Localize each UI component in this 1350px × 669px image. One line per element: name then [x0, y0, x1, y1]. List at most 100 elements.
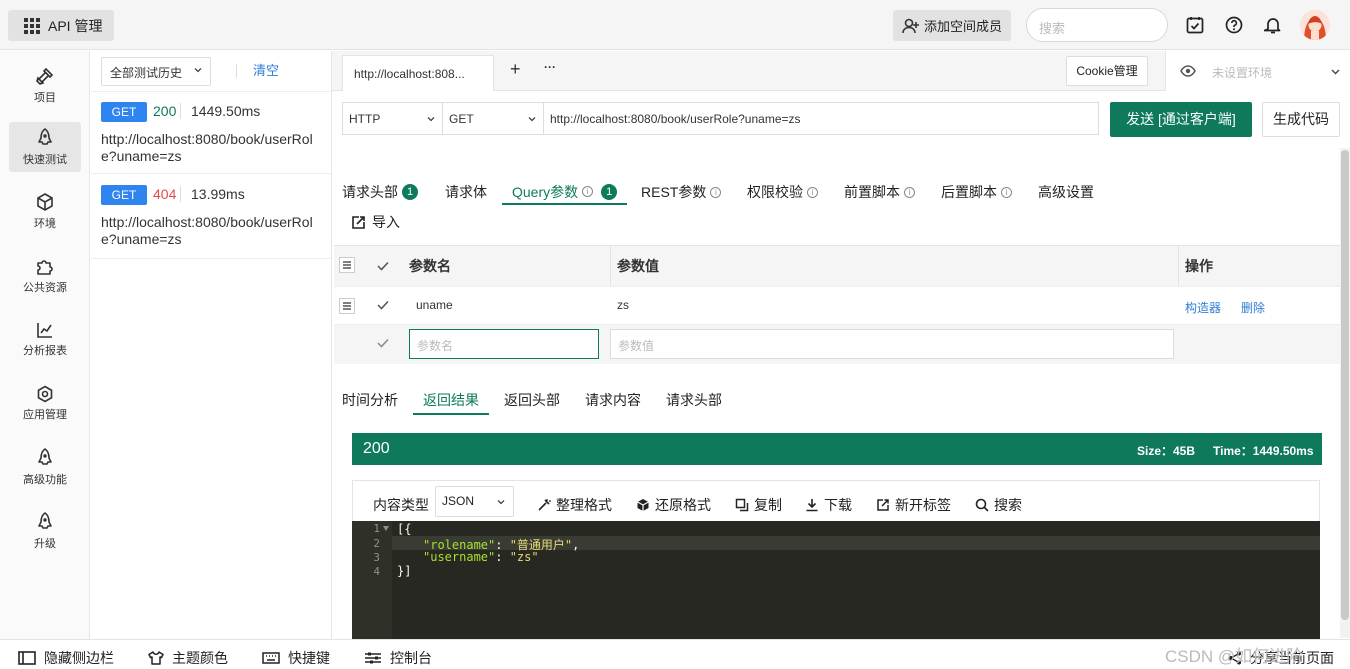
tab-post-script[interactable]: 后置脚本 i [941, 180, 1012, 204]
nav-item-project[interactable]: 项目 [9, 60, 81, 110]
builder-link[interactable]: 构造器 [1185, 299, 1221, 316]
info-icon: i [807, 186, 818, 198]
restore-format-button[interactable]: 还原格式 [636, 495, 711, 515]
tab-label: REST参数 [641, 184, 707, 200]
method-select[interactable]: GET [443, 103, 544, 134]
hide-sidebar-button[interactable]: 隐藏侧边栏 [18, 648, 114, 668]
tab-response-body[interactable]: 返回结果 [413, 390, 489, 415]
tab-auth[interactable]: 权限校验 i [747, 180, 818, 204]
json-sep: : [495, 550, 510, 564]
url-input[interactable]: http://localhost:8080/book/userRole?unam… [544, 103, 1098, 134]
params-table: 参数名 参数值 操作 uname zs 构造器 删除 参数名 参数值 [334, 245, 1340, 364]
history-filter-select[interactable]: 全部测试历史 [101, 57, 211, 86]
add-tab-button[interactable]: + [510, 59, 521, 80]
nav-item-environment[interactable]: 环境 [9, 186, 81, 236]
request-tab[interactable]: http://localhost:808... [342, 55, 494, 91]
table-row: uname zs 构造器 删除 [334, 286, 1340, 325]
code-line: "username": "zs" [397, 550, 539, 564]
tab-label: 前置脚本 [844, 184, 900, 200]
response-status-bar: 200 Size：45B Time：1449.50ms [352, 433, 1322, 465]
copy-button[interactable]: 复制 [735, 495, 782, 515]
tab-pre-script[interactable]: 前置脚本 i [844, 180, 915, 204]
content-type-select[interactable]: JSON [435, 486, 514, 517]
nav-item-public-resources[interactable]: 公共资源 [9, 250, 81, 300]
response-time: Time：1449.50ms [1213, 444, 1314, 458]
console-button[interactable]: 控制台 [364, 648, 432, 668]
menu-icon[interactable] [339, 257, 355, 273]
table-row-new: 参数名 参数值 [334, 325, 1340, 364]
content-type-label: 内容类型 [373, 497, 429, 513]
status-code: 200 [153, 103, 177, 119]
more-tabs-button[interactable]: ··· [544, 60, 556, 74]
info-icon: i [904, 186, 915, 198]
response-status-code: 200 [363, 440, 390, 457]
history-item[interactable]: GET 200 1449.50ms http://localhost:8080/… [91, 92, 331, 174]
nav-item-label: 环境 [34, 217, 56, 230]
new-tab-label: 新开标签 [895, 497, 951, 513]
row-checkbox[interactable] [376, 298, 390, 312]
nav-item-quick-test[interactable]: 快速测试 [9, 122, 81, 172]
scrollbar-thumb[interactable] [1341, 150, 1349, 620]
external-link-icon [876, 498, 890, 512]
new-tab-button[interactable]: 新开标签 [876, 495, 951, 515]
tab-response-headers[interactable]: 返回头部 [504, 390, 560, 414]
add-member-button[interactable]: 添加空间成员 [893, 10, 1011, 41]
nav-item-upgrade[interactable]: 升级 [9, 506, 81, 556]
send-button[interactable]: 发送 [通过客户端] [1110, 102, 1252, 137]
nav-item-analytics[interactable]: 分析报表 [9, 314, 81, 364]
tab-request-headers[interactable]: 请求头部 1 [342, 180, 418, 204]
tab-query-params[interactable]: Query参数 i 1 [502, 180, 628, 205]
row-checkbox[interactable] [376, 336, 390, 350]
environment-select[interactable]: 未设置环境 [1165, 51, 1350, 91]
param-name-cell[interactable]: uname [416, 298, 453, 312]
nav-item-advanced[interactable]: 高级功能 [9, 442, 81, 492]
fold-arrow-icon[interactable] [383, 526, 389, 531]
tab-timing[interactable]: 时间分析 [342, 390, 398, 414]
history-panel: 全部测试历史 清空 GET 200 1449.50ms http://local… [91, 51, 332, 639]
tab-request-headers-sent[interactable]: 请求头部 [666, 390, 722, 414]
import-button[interactable]: 导入 [351, 212, 400, 232]
console-label: 控制台 [390, 650, 432, 666]
tab-advanced-settings[interactable]: 高级设置 [1038, 180, 1094, 204]
tab-rest-params[interactable]: REST参数 i [641, 180, 722, 204]
rocket-icon [36, 127, 54, 148]
format-button[interactable]: 整理格式 [537, 495, 612, 515]
environment-icon [35, 192, 55, 212]
user-avatar[interactable] [1300, 10, 1330, 40]
cookie-manager-button[interactable]: Cookie管理 [1066, 56, 1148, 86]
chevron-down-icon [194, 66, 202, 74]
generate-code-button[interactable]: 生成代码 [1262, 102, 1340, 137]
response-code-editor[interactable]: 1 2 3 4 [{ "rolename": "普通用户", "username… [352, 521, 1320, 639]
task-check-icon[interactable] [1186, 16, 1204, 34]
clear-history-link[interactable]: 清空 [236, 64, 279, 78]
nav-item-app-management[interactable]: 应用管理 [9, 378, 81, 428]
download-button[interactable]: 下载 [805, 495, 852, 515]
nav-item-label: 项目 [34, 91, 56, 104]
shortcuts-button[interactable]: 快捷键 [262, 648, 330, 668]
app-title: API 管理 [48, 17, 103, 34]
left-nav: 项目 快速测试 环境 公共资源 分析报表 应用管理 高级功能 升级 [0, 51, 90, 639]
app-menu-button[interactable]: API 管理 [8, 10, 114, 41]
search-input[interactable]: 搜索 [1026, 8, 1168, 42]
nav-item-label: 高级功能 [23, 473, 67, 486]
help-icon[interactable] [1225, 16, 1243, 34]
new-param-value-input[interactable]: 参数值 [610, 329, 1174, 359]
theme-color-label: 主题颜色 [172, 650, 228, 666]
bell-icon[interactable] [1264, 16, 1282, 34]
tab-request-body[interactable]: 请求体 [445, 180, 487, 204]
delete-link[interactable]: 删除 [1241, 299, 1265, 316]
protocol-select[interactable]: HTTP [343, 103, 443, 134]
tab-request-content[interactable]: 请求内容 [585, 390, 641, 414]
theme-color-button[interactable]: 主题颜色 [148, 648, 228, 668]
info-icon: i [582, 186, 594, 197]
line-number: 1 [373, 522, 380, 535]
rocket-icon [36, 511, 54, 532]
param-value-cell[interactable]: zs [617, 298, 629, 312]
drag-handle-icon[interactable] [339, 298, 355, 314]
select-all-checkbox[interactable] [376, 259, 390, 273]
count-badge: 1 [402, 184, 418, 200]
rocket-icon [36, 447, 54, 468]
history-item[interactable]: GET 404 13.99ms http://localhost:8080/bo… [91, 175, 331, 259]
search-button[interactable]: 搜索 [975, 495, 1022, 515]
new-param-name-input[interactable]: 参数名 [409, 329, 599, 359]
